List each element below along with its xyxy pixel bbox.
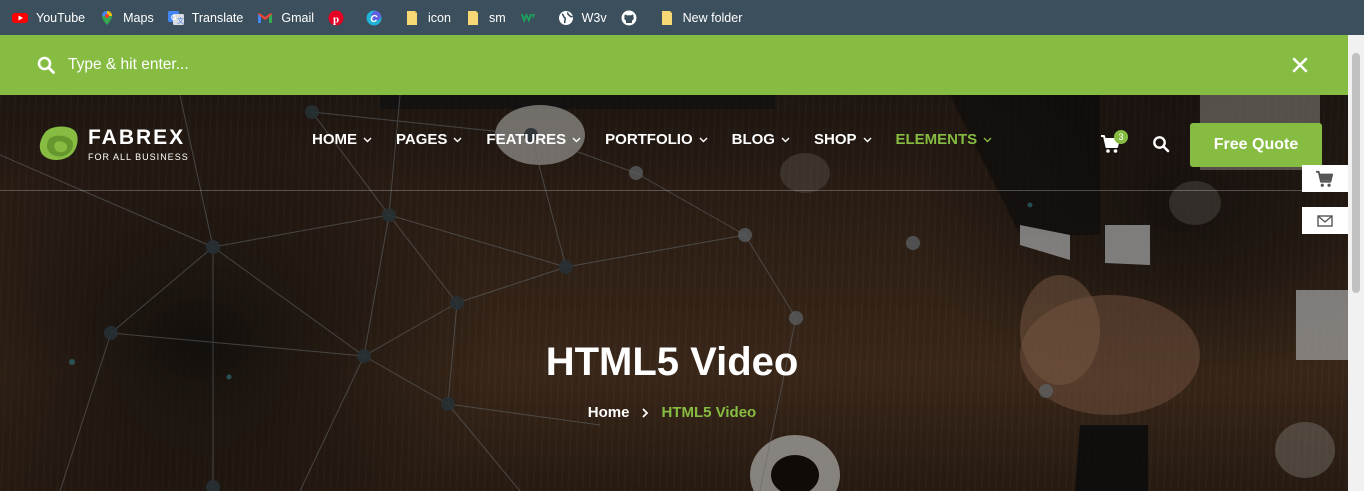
nav-item-blog[interactable]: BLOG xyxy=(732,131,790,148)
cart-icon xyxy=(1316,170,1334,187)
nav-item-pages[interactable]: PAGES xyxy=(396,131,462,148)
bookmark-label: sm xyxy=(488,10,506,25)
main-nav: HOME PAGES FEATURES PORTFOLIO BLOG SHOP … xyxy=(312,131,1016,148)
hero-shade xyxy=(0,95,1348,491)
chevron-down-icon xyxy=(572,137,581,142)
maps-icon xyxy=(99,10,115,26)
nav-item-label: BLOG xyxy=(731,131,775,148)
search-icon xyxy=(37,56,55,74)
svg-text:文: 文 xyxy=(177,16,184,25)
free-quote-button[interactable]: Free Quote xyxy=(1190,123,1322,167)
header-divider xyxy=(0,190,1348,191)
nav-item-features[interactable]: FEATURES xyxy=(486,131,581,148)
folder-icon xyxy=(465,10,481,26)
bookmark-youtube[interactable]: YouTube xyxy=(12,0,85,35)
brand-tagline: FOR ALL BUSINESS xyxy=(88,151,189,162)
pinterest-icon: p xyxy=(328,10,344,26)
canva-icon: C xyxy=(366,10,382,26)
cart-count-badge: 3 xyxy=(1114,130,1128,144)
chevron-down-icon xyxy=(863,137,871,142)
bookmark-label: New folder xyxy=(682,10,743,25)
nav-item-label: PAGES xyxy=(396,131,448,148)
github-icon xyxy=(621,10,637,26)
folder-icon xyxy=(404,10,420,26)
bookmark-new-folder[interactable]: New folder xyxy=(659,0,743,35)
chevron-down-icon xyxy=(983,137,992,142)
search-input[interactable] xyxy=(68,53,668,77)
nav-item-elements[interactable]: ELEMENTS xyxy=(896,131,993,148)
search-overlay-bar xyxy=(0,35,1348,95)
bookmark-label: Translate xyxy=(191,10,244,25)
nav-item-shop[interactable]: SHOP xyxy=(814,131,872,148)
bookmark-pinterest[interactable]: p xyxy=(328,0,352,35)
globe-icon xyxy=(558,10,574,26)
chevron-down-icon xyxy=(363,137,372,142)
bookmark-w[interactable] xyxy=(520,0,544,35)
w-logo-icon xyxy=(520,10,536,26)
nav-item-label: SHOP xyxy=(813,131,857,148)
bookmark-canva[interactable]: C xyxy=(366,0,390,35)
nav-item-portfolio[interactable]: PORTFOLIO xyxy=(605,131,708,148)
bookmark-maps[interactable]: Maps xyxy=(99,0,154,35)
bookmark-gmail[interactable]: Gmail xyxy=(257,0,314,35)
nav-item-label: ELEMENTS xyxy=(895,131,978,148)
youtube-icon xyxy=(12,10,28,26)
bookmark-icon-folder[interactable]: icon xyxy=(404,0,451,35)
bookmark-github[interactable] xyxy=(621,0,645,35)
nav-item-label: PORTFOLIO xyxy=(605,131,693,148)
side-mail-button[interactable] xyxy=(1302,207,1348,234)
translate-icon: G文 xyxy=(167,10,184,26)
bookmarks-bar: YouTube Maps G文 Translate Gmail p C icon… xyxy=(0,0,1364,35)
close-icon[interactable] xyxy=(1292,57,1308,73)
page-scrollbar[interactable] xyxy=(1348,35,1364,491)
nav-item-home[interactable]: HOME xyxy=(312,131,372,148)
chevron-right-icon xyxy=(642,407,649,418)
nav-item-label: HOME xyxy=(312,131,357,148)
breadcrumb-home-link[interactable]: Home xyxy=(588,404,630,421)
svg-text:C: C xyxy=(370,14,378,25)
side-cart-button[interactable] xyxy=(1302,165,1348,192)
bookmark-label: Gmail xyxy=(281,10,315,25)
nav-item-label: FEATURES xyxy=(486,131,567,148)
gmail-icon xyxy=(257,10,273,26)
chevron-down-icon xyxy=(699,137,708,142)
folder-icon xyxy=(659,10,675,26)
fabrex-logo-icon xyxy=(39,126,78,160)
brand-logo[interactable]: FABREX FOR ALL BUSINESS xyxy=(38,124,189,164)
envelope-icon xyxy=(1317,214,1333,227)
chevron-down-icon xyxy=(781,137,790,142)
page-title: HTML5 Video xyxy=(545,340,799,384)
brand-name: FABREX xyxy=(88,125,186,149)
header-search-icon[interactable] xyxy=(1152,135,1170,153)
bookmark-label: icon xyxy=(428,10,451,25)
svg-text:p: p xyxy=(333,13,339,25)
bookmark-label: Maps xyxy=(123,10,154,25)
breadcrumb: Home HTML5 Video xyxy=(0,404,1344,421)
bookmark-label: W3v xyxy=(581,10,607,25)
hero-background xyxy=(0,95,1348,491)
bookmark-sm-folder[interactable]: sm xyxy=(465,0,506,35)
chevron-down-icon xyxy=(453,137,462,142)
bookmark-w3v[interactable]: W3v xyxy=(558,0,607,35)
bookmark-label: YouTube xyxy=(36,10,86,25)
breadcrumb-current: HTML5 Video xyxy=(661,404,757,421)
scrollbar-thumb[interactable] xyxy=(1352,53,1360,293)
bookmark-translate[interactable]: G文 Translate xyxy=(167,0,244,35)
